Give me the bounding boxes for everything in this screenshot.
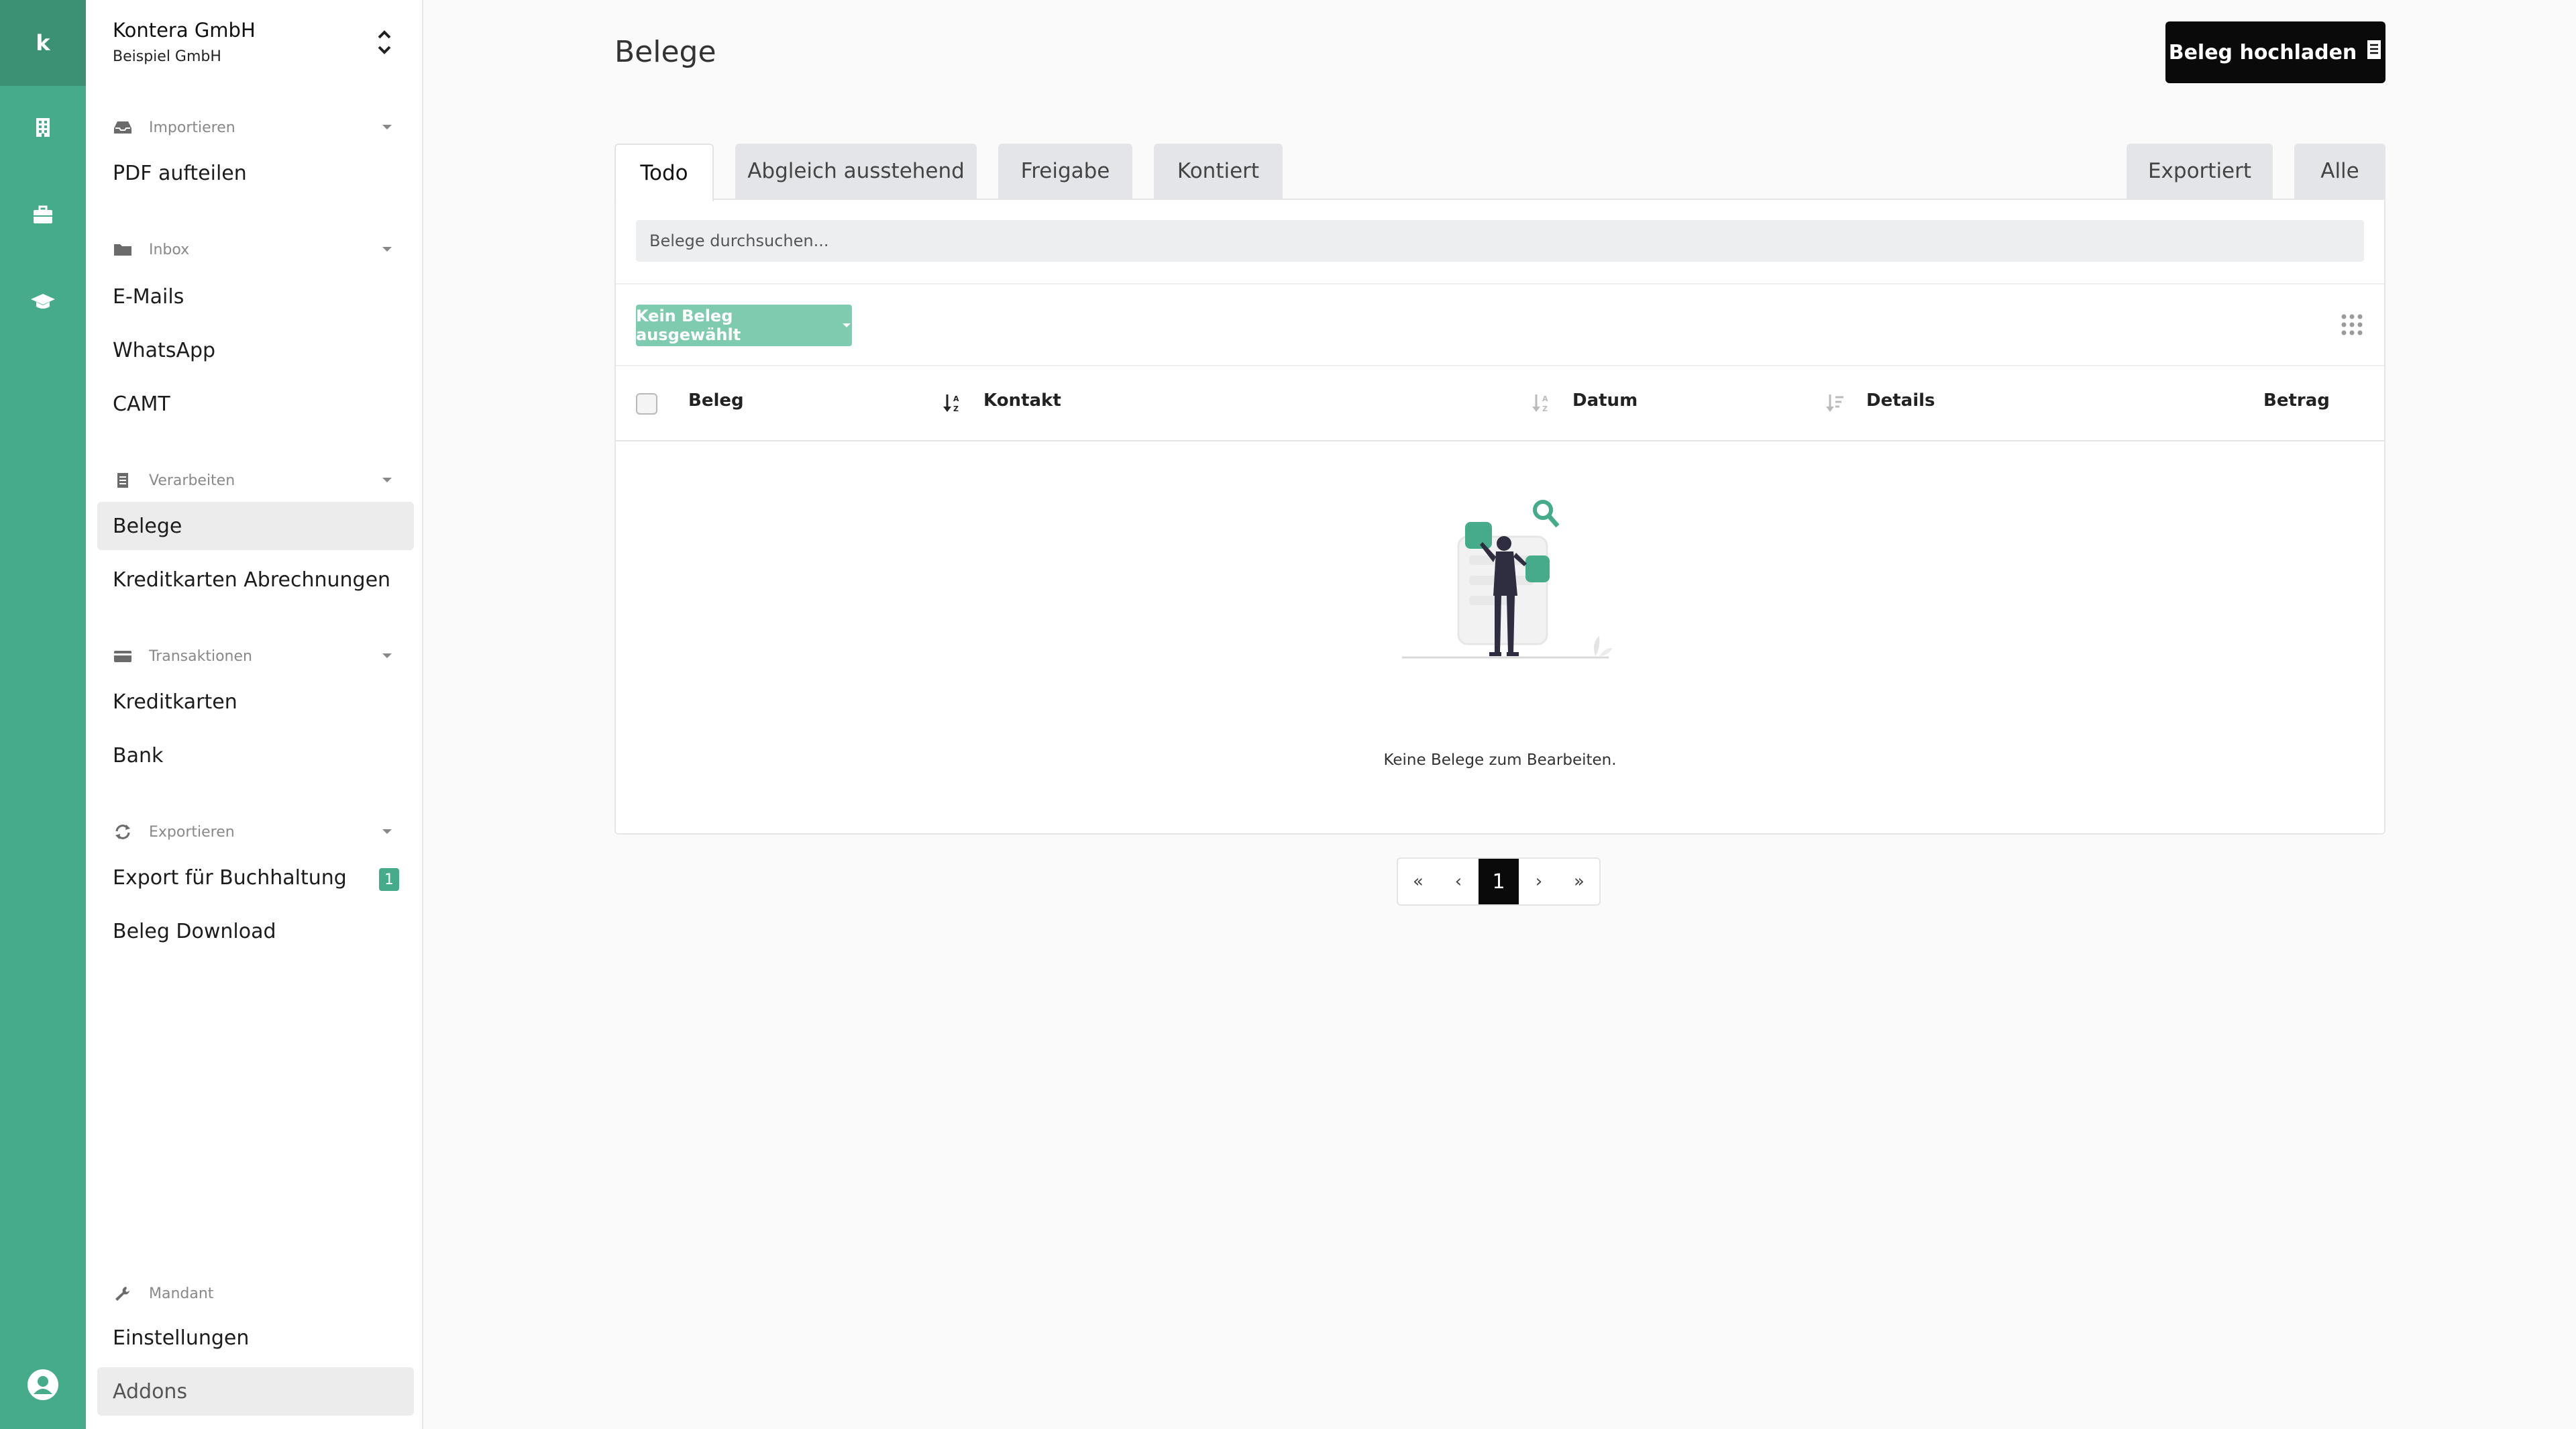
export-count-badge: 1 <box>379 868 399 891</box>
pagination-last[interactable]: » <box>1559 859 1599 904</box>
sort-active-icon[interactable]: A Z <box>942 392 962 415</box>
building-icon[interactable] <box>30 114 56 141</box>
column-header-kontakt[interactable]: Kontakt <box>983 390 1061 411</box>
briefcase-icon[interactable] <box>30 201 56 228</box>
sidebar-item-emails[interactable]: E-Mails <box>97 272 414 321</box>
sidebar-item-label: Export für Buchhaltung <box>113 865 347 890</box>
page-title: Belege <box>614 35 716 69</box>
caret-down-icon[interactable] <box>380 824 394 839</box>
sidebar-item-beleg-download[interactable]: Beleg Download <box>97 907 414 955</box>
receipt-icon <box>113 472 133 489</box>
chevron-up-down-icon[interactable] <box>374 27 394 58</box>
pagination-page-1[interactable]: 1 <box>1479 859 1519 904</box>
bulk-action-label: Kein Beleg ausgewählt <box>636 307 741 344</box>
pagination-next[interactable]: › <box>1519 859 1559 904</box>
sidebar-item-belege[interactable]: Belege <box>97 502 414 550</box>
divider <box>616 365 2384 366</box>
column-header-beleg[interactable]: Beleg <box>688 390 744 411</box>
sidebar-item-pdf-aufteilen[interactable]: PDF aufteilen <box>97 149 414 197</box>
upload-button-label: Beleg hochladen <box>2168 40 2357 64</box>
select-all-checkbox[interactable] <box>636 393 657 415</box>
tab-kontiert[interactable]: Kontiert <box>1154 144 1283 199</box>
sidebar: Kontera GmbH Beispiel GmbH Importieren P… <box>86 0 423 1429</box>
company-name: Kontera GmbH <box>113 19 256 42</box>
caret-down-icon[interactable] <box>380 472 394 487</box>
inbox-tray-icon <box>113 119 133 136</box>
empty-state-illustration <box>1394 495 1615 696</box>
section-transaktionen[interactable]: Transaktionen <box>113 643 394 670</box>
upload-receipt-button[interactable]: Beleg hochladen <box>2165 21 2385 83</box>
search-input[interactable] <box>636 220 2364 262</box>
svg-text:Z: Z <box>1542 405 1548 413</box>
caret-down-icon[interactable] <box>380 119 394 134</box>
icon-rail: k <box>0 0 86 1429</box>
sort-amount-icon[interactable] <box>1825 392 1845 415</box>
sync-icon <box>113 823 133 841</box>
svg-text:Z: Z <box>953 405 959 413</box>
column-settings-grid-icon[interactable] <box>2340 313 2364 337</box>
pagination-prev[interactable]: ‹ <box>1438 859 1479 904</box>
svg-text:A: A <box>1542 394 1548 403</box>
section-title: Exportieren <box>149 823 235 841</box>
graduation-cap-icon[interactable] <box>30 287 56 314</box>
app-logo[interactable]: k <box>0 0 86 86</box>
section-title: Inbox <box>149 241 190 258</box>
sidebar-item-addons[interactable]: Addons <box>97 1367 414 1416</box>
credit-card-icon <box>113 647 133 665</box>
folder-icon <box>113 241 133 258</box>
section-title: Mandant <box>149 1285 214 1302</box>
sidebar-item-whatsapp[interactable]: WhatsApp <box>97 326 414 374</box>
section-title: Verarbeiten <box>149 472 235 489</box>
pagination-first[interactable]: « <box>1398 859 1438 904</box>
tab-abgleich-ausstehend[interactable]: Abgleich ausstehend <box>735 144 977 199</box>
caret-down-icon[interactable] <box>380 648 394 663</box>
sidebar-item-kreditkarten-abrechnungen[interactable]: Kreditkarten Abrechnungen <box>97 555 414 604</box>
wrench-icon <box>113 1285 133 1302</box>
svg-text:A: A <box>953 394 959 403</box>
divider <box>616 440 2384 441</box>
empty-state-message: Keine Belege zum Bearbeiten. <box>1383 751 1617 769</box>
company-subtitle: Beispiel GmbH <box>113 48 221 65</box>
section-title: Transaktionen <box>149 647 252 665</box>
sidebar-item-camt[interactable]: CAMT <box>97 380 414 428</box>
caret-down-icon <box>841 316 852 335</box>
divider <box>616 283 2384 284</box>
tab-freigabe[interactable]: Freigabe <box>998 144 1132 199</box>
section-inbox[interactable]: Inbox <box>113 236 394 263</box>
section-importieren[interactable]: Importieren <box>113 114 394 141</box>
column-header-datum[interactable]: Datum <box>1572 390 1638 411</box>
column-header-details[interactable]: Details <box>1866 390 1935 411</box>
section-mandant: Mandant <box>113 1280 394 1307</box>
section-exportieren[interactable]: Exportieren <box>113 818 394 845</box>
sidebar-item-einstellungen[interactable]: Einstellungen <box>97 1314 414 1362</box>
column-header-betrag[interactable]: Betrag <box>2263 390 2330 411</box>
tab-todo[interactable]: Todo <box>614 144 714 201</box>
sidebar-item-export-buchhaltung[interactable]: Export für Buchhaltung 1 <box>97 853 414 902</box>
user-circle-icon[interactable] <box>27 1369 59 1401</box>
company-switcher[interactable]: Kontera GmbH Beispiel GmbH <box>113 19 256 65</box>
bulk-action-dropdown[interactable]: Kein Beleg ausgewählt <box>636 305 852 346</box>
receipt-icon <box>2366 39 2382 66</box>
receipts-panel: Kein Beleg ausgewählt Beleg A Z Kontakt … <box>614 199 2385 835</box>
caret-down-icon[interactable] <box>380 242 394 256</box>
tab-alle[interactable]: Alle <box>2294 144 2385 199</box>
section-title: Importieren <box>149 119 235 136</box>
pagination: « ‹ 1 › » <box>1397 857 1601 906</box>
sidebar-item-kreditkarten[interactable]: Kreditkarten <box>97 678 414 726</box>
sidebar-item-bank[interactable]: Bank <box>97 731 414 780</box>
sort-icon[interactable]: A Z <box>1531 392 1551 415</box>
tab-exportiert[interactable]: Exportiert <box>2127 144 2273 199</box>
section-verarbeiten[interactable]: Verarbeiten <box>113 467 394 494</box>
